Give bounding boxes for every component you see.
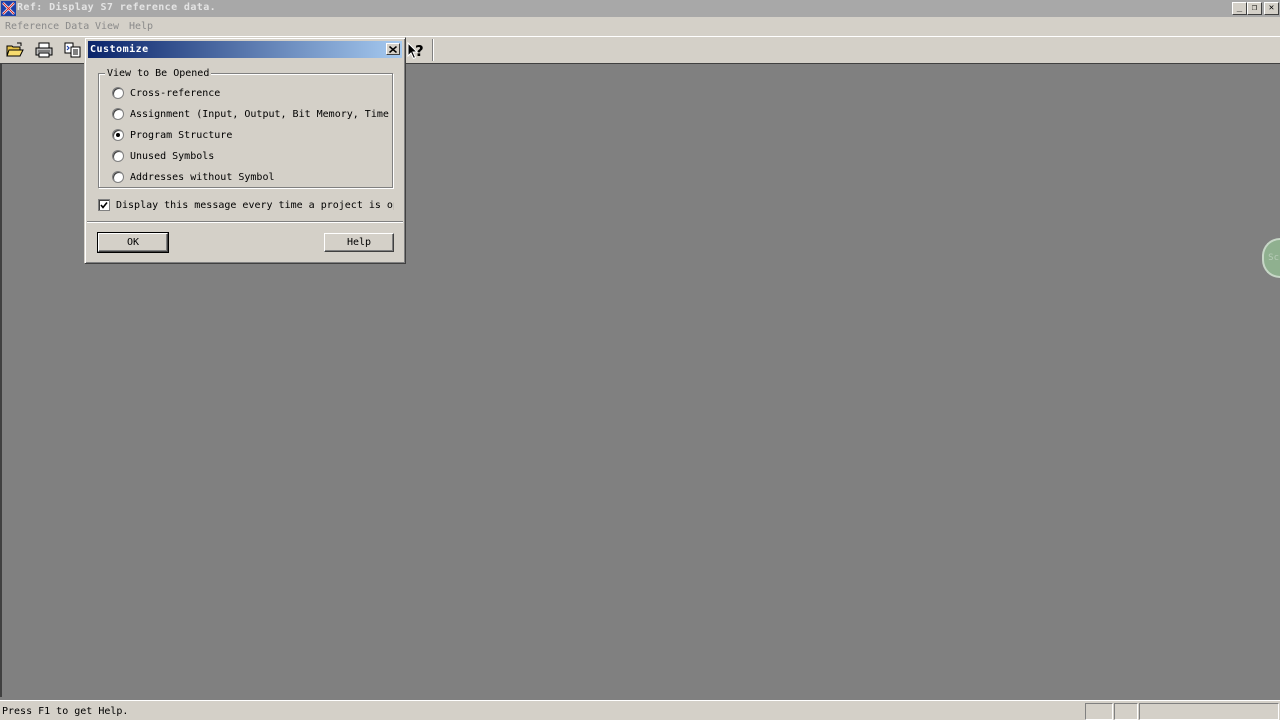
radio-label: Addresses without Symbol bbox=[130, 171, 275, 183]
open-folder-icon bbox=[6, 42, 24, 57]
radio-button[interactable] bbox=[112, 108, 124, 120]
app-icon[interactable] bbox=[1, 1, 16, 16]
radio-program-structure[interactable]: Program Structure bbox=[112, 128, 390, 142]
dialog-close-button[interactable] bbox=[386, 43, 400, 55]
print-button[interactable] bbox=[33, 39, 55, 61]
minimize-icon: _ bbox=[1236, 3, 1243, 13]
view-group-box: View to Be Opened Cross-reference Assign… bbox=[98, 68, 393, 188]
radio-addresses-without-symbol[interactable]: Addresses without Symbol bbox=[112, 170, 390, 184]
dialog-title: Customize bbox=[90, 44, 149, 55]
close-icon bbox=[389, 45, 397, 53]
radio-button[interactable] bbox=[112, 87, 124, 99]
restore-icon: ❐ bbox=[1251, 3, 1258, 13]
mouse-cursor-icon bbox=[407, 42, 419, 60]
radio-button[interactable] bbox=[112, 171, 124, 183]
display-message-checkbox-row[interactable]: Display this message every time a projec… bbox=[98, 198, 394, 212]
radio-label: Assignment (Input, Output, Bit Memory, T… bbox=[130, 108, 390, 120]
menu-reference-data[interactable]: Reference Data bbox=[5, 21, 89, 32]
window-title: Ref: Display S7 reference data. bbox=[17, 2, 217, 13]
status-text: Press F1 to get Help. bbox=[2, 706, 129, 717]
print-icon bbox=[35, 42, 53, 58]
menu-bar: Reference Data View Help bbox=[0, 17, 1280, 37]
side-widget-label: Sc bbox=[1268, 253, 1279, 263]
status-pane-1 bbox=[1085, 703, 1113, 720]
menu-help[interactable]: Help bbox=[129, 21, 153, 32]
status-pane-2 bbox=[1114, 703, 1138, 720]
close-icon: ✕ bbox=[1268, 3, 1275, 13]
main-title-bar[interactable]: Ref: Display S7 reference data. _ ❐ ✕ bbox=[0, 0, 1280, 17]
close-button[interactable]: ✕ bbox=[1264, 2, 1279, 15]
open-button[interactable] bbox=[4, 39, 26, 61]
group-label: View to Be Opened bbox=[105, 68, 212, 79]
minimize-button[interactable]: _ bbox=[1232, 2, 1247, 15]
ok-button[interactable]: OK bbox=[97, 232, 169, 253]
copy-view-button[interactable] bbox=[62, 39, 84, 61]
radio-cross-reference[interactable]: Cross-reference bbox=[112, 86, 390, 100]
radio-label: Unused Symbols bbox=[130, 150, 215, 162]
help-button[interactable]: Help bbox=[324, 233, 394, 252]
status-bar: Press F1 to get Help. bbox=[0, 700, 1280, 720]
radio-button-selected[interactable] bbox=[112, 129, 124, 141]
menu-view[interactable]: View bbox=[95, 21, 119, 32]
checkbox-label: Display this message every time a projec… bbox=[116, 199, 394, 211]
display-message-checkbox[interactable] bbox=[98, 199, 110, 211]
radio-label: Cross-reference bbox=[130, 87, 221, 99]
restore-button[interactable]: ❐ bbox=[1247, 2, 1262, 15]
toolbar-separator bbox=[432, 39, 434, 61]
radio-assignment[interactable]: Assignment (Input, Output, Bit Memory, T… bbox=[112, 107, 390, 121]
radio-label: Program Structure bbox=[130, 129, 233, 141]
radio-button[interactable] bbox=[112, 150, 124, 162]
checkmark-icon bbox=[100, 202, 108, 209]
copy-view-icon bbox=[64, 42, 81, 58]
dialog-divider bbox=[87, 221, 403, 223]
radio-unused-symbols[interactable]: Unused Symbols bbox=[112, 149, 390, 163]
dialog-title-bar[interactable]: Customize bbox=[88, 41, 402, 58]
status-pane-3 bbox=[1139, 703, 1279, 720]
customize-dialog: Customize View to Be Opened Cross-refere… bbox=[84, 37, 406, 264]
